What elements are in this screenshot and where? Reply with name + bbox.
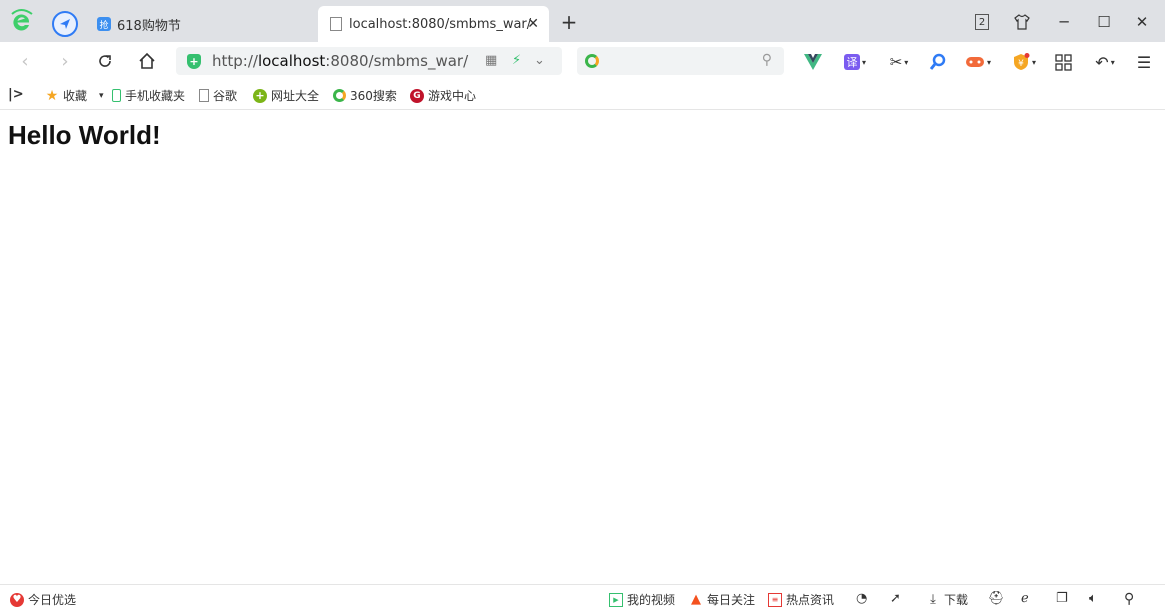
home-button[interactable] — [136, 50, 158, 72]
bookmark-360-search[interactable]: 360搜索 — [333, 87, 397, 104]
download-icon: ⤓ — [930, 592, 936, 607]
bookmark-mobile[interactable]: 手机收藏夹 — [112, 87, 185, 104]
apps-grid-icon[interactable] — [1053, 53, 1073, 71]
360-search-icon — [333, 89, 346, 102]
tab-favicon-icon: 抢 — [97, 17, 111, 31]
bookmarks-bar: |> ★ 收藏 ▾ 手机收藏夹 谷歌 + 网址大全 360搜索 G 游戏中心 — [0, 80, 1165, 110]
game-center-icon: G — [410, 88, 424, 103]
url-text[interactable]: http://localhost:8080/smbms_war/ — [212, 52, 468, 70]
reload-button[interactable] — [94, 50, 116, 72]
minimize-button[interactable]: ─ — [1052, 10, 1076, 34]
rocket-icon[interactable]: ➚ — [890, 591, 901, 606]
lightning-icon[interactable]: ⚡ — [512, 53, 521, 68]
daily-follow[interactable]: ▲ 每日关注 — [689, 591, 755, 608]
download-button[interactable]: ⤓ 下载 — [926, 591, 968, 608]
sound-icon[interactable]: 🔈︎ — [1089, 591, 1097, 606]
tab-localhost[interactable]: localhost:8080/smbms_war/ ✕ — [318, 6, 549, 42]
window-icon[interactable]: ❐ — [1056, 591, 1068, 606]
speed-icon[interactable]: ◔ — [856, 591, 867, 606]
maximize-button[interactable]: ☐ — [1092, 10, 1116, 34]
news-icon: ≡ — [768, 592, 782, 607]
bookmark-favorites[interactable]: ★ 收藏 ▾ — [45, 87, 104, 104]
status-bar: ♥ 今日优选 ▶ 我的视频 ▲ 每日关注 ≡ 热点资讯 ◔ ➚ ⤓ 下载 ⛑ ℯ… — [0, 584, 1165, 611]
page-content: Hello World! — [0, 110, 1165, 584]
tab-shopping[interactable]: 抢 618购物节 — [90, 6, 310, 42]
find-icon[interactable] — [928, 53, 948, 71]
star-icon: ★ — [45, 87, 59, 104]
svg-text:¥: ¥ — [1018, 59, 1024, 69]
search-box[interactable]: ⚲ — [577, 47, 784, 75]
tab-label: 618购物节 — [117, 18, 181, 34]
zoom-search-icon[interactable]: ⚲ — [1124, 591, 1134, 607]
qr-code-icon[interactable]: ▦ — [485, 53, 497, 68]
bookmark-game-center[interactable]: G 游戏中心 — [410, 87, 476, 104]
close-window-button[interactable]: ✕ — [1130, 10, 1154, 34]
page-icon — [199, 89, 209, 102]
ie-mode-icon[interactable]: ℯ — [1021, 591, 1029, 606]
tab-count-button[interactable]: 2 — [970, 10, 994, 34]
directory-icon: + — [253, 88, 267, 103]
tab-label: localhost:8080/smbms_war/ — [349, 16, 532, 32]
sidebar-toggle-icon[interactable]: |> — [8, 87, 24, 102]
menu-icon[interactable]: ☰ — [1134, 53, 1154, 72]
close-tab-icon[interactable]: ✕ — [527, 16, 539, 32]
page-icon — [330, 17, 342, 31]
vue-devtools-icon[interactable] — [803, 53, 823, 71]
back-button[interactable]: ‹ — [14, 50, 36, 72]
forward-button[interactable]: › — [54, 50, 76, 72]
daily-picks[interactable]: ♥ 今日优选 — [10, 591, 76, 608]
screenshot-icon[interactable]: ✂ ▾ — [884, 53, 914, 71]
flame-icon: ▲ — [691, 592, 701, 607]
video-play-icon: ▶ — [609, 592, 623, 607]
secure-shield-icon: + — [187, 54, 201, 69]
new-tab-button[interactable]: + — [558, 10, 580, 34]
hot-news[interactable]: ≡ 热点资讯 — [768, 591, 834, 608]
incognito-icon[interactable]: ⛑ — [988, 591, 1005, 606]
chevron-down-icon[interactable]: ⌄ — [534, 53, 545, 68]
game-controller-icon[interactable]: ▾ — [962, 53, 994, 71]
heart-icon: ♥ — [10, 592, 24, 607]
chevron-down-icon[interactable]: ▾ — [99, 91, 104, 101]
bookmark-google[interactable]: 谷歌 — [199, 87, 237, 104]
page-heading: Hello World! — [8, 120, 161, 150]
search-icon[interactable]: ⚲ — [762, 52, 772, 68]
send-icon[interactable] — [52, 11, 78, 37]
toolbar: ‹ › + http://localhost:8080/smbms_war/ ▦… — [0, 42, 1165, 80]
address-bar[interactable]: + http://localhost:8080/smbms_war/ ▦ ⚡ ⌄ — [176, 47, 562, 75]
coupon-icon[interactable]: ¥ ▾ — [1008, 53, 1040, 71]
phone-icon — [112, 89, 121, 102]
browser-logo-icon[interactable] — [8, 8, 34, 34]
tab-bar: 抢 618购物节 localhost:8080/smbms_war/ ✕ + 2… — [0, 0, 1165, 42]
my-videos[interactable]: ▶ 我的视频 — [609, 591, 675, 608]
translate-icon[interactable]: 译 ▾ — [840, 53, 870, 71]
search-engine-icon[interactable] — [585, 54, 599, 68]
bookmark-url-directory[interactable]: + 网址大全 — [253, 87, 319, 104]
skin-icon[interactable] — [1010, 10, 1034, 34]
undo-icon[interactable]: ↶ ▾ — [1090, 53, 1120, 72]
